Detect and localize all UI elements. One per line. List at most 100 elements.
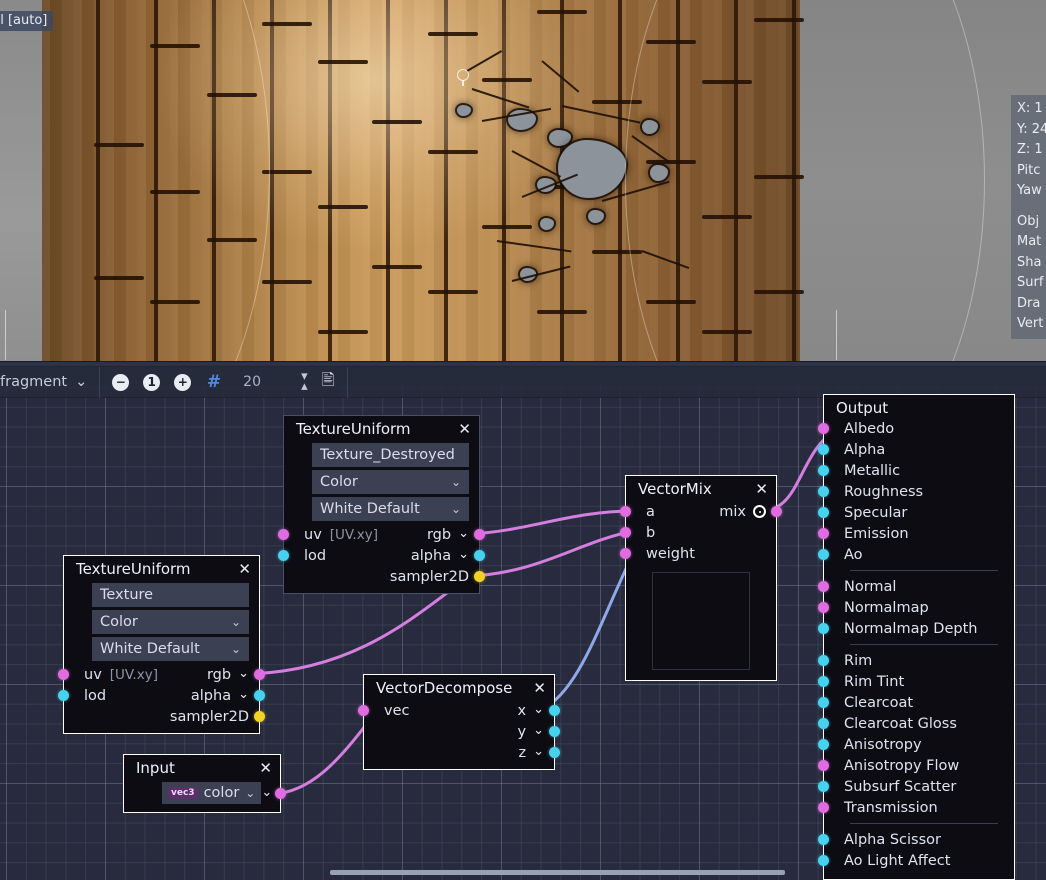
node-title-bar[interactable]: VectorDecompose ✕	[364, 675, 554, 700]
zoom-out-button[interactable]: −	[112, 374, 129, 391]
port-row-sampler[interactable]: sampler2D	[284, 566, 479, 587]
curve-icon[interactable]: ⌄	[261, 788, 272, 798]
shader-node-editor[interactable]: fragment ⌄ − 1 + # 20 ▾▴ 🖹	[0, 361, 1046, 880]
output-port-sampler2d[interactable]	[474, 571, 485, 582]
node-textureuniform-plain[interactable]: TextureUniform ✕ Texture Color ⌄ White D…	[63, 555, 260, 734]
port-row-input-value[interactable]: vec3 color ⌄ ⌄	[124, 780, 280, 806]
input-port-albedo[interactable]	[818, 423, 829, 434]
input-port-uv[interactable]	[278, 529, 289, 540]
node-title-bar[interactable]: Input ✕	[124, 755, 280, 780]
port-row-uv[interactable]: uv [UV.xy] rgb ⌄	[284, 524, 479, 545]
texture-type-dropdown[interactable]: Color ⌄	[92, 610, 249, 634]
input-type-dropdown[interactable]: vec3 color ⌄	[162, 782, 261, 804]
output-port-y[interactable]	[549, 726, 560, 737]
curve-icon[interactable]: ⌄	[533, 747, 544, 757]
input-port-weight[interactable]	[620, 548, 631, 559]
port-row-clearcoat[interactable]: Clearcoat	[824, 692, 1014, 713]
port-row-alpha[interactable]: Alpha	[824, 439, 1014, 460]
input-port-lod[interactable]	[58, 690, 69, 701]
input-port-alpha-scissor[interactable]	[818, 834, 829, 845]
input-port-rim-tint[interactable]	[818, 676, 829, 687]
grid-size-input[interactable]: 20	[235, 374, 287, 390]
node-title-bar[interactable]: TextureUniform ✕	[284, 416, 479, 441]
node-title-bar[interactable]: Output	[824, 395, 1014, 418]
texture-default-dropdown[interactable]: White Default ⌄	[312, 497, 469, 521]
node-textureuniform-destroyed[interactable]: TextureUniform ✕ Texture_Destroyed Color…	[283, 415, 480, 594]
close-icon[interactable]: ✕	[755, 482, 768, 497]
input-port-lod[interactable]	[278, 550, 289, 561]
close-icon[interactable]: ✕	[259, 761, 272, 776]
port-row-anisotropy-flow[interactable]: Anisotropy Flow	[824, 755, 1014, 776]
port-row-normalmap-depth[interactable]: Normalmap Depth	[824, 618, 1014, 639]
output-port-x[interactable]	[549, 705, 560, 716]
port-row-transmission[interactable]: Transmission	[824, 797, 1014, 818]
zoom-reset-button[interactable]: 1	[143, 374, 160, 391]
port-row-anisotropy[interactable]: Anisotropy	[824, 734, 1014, 755]
port-row-ao[interactable]: Ao	[824, 544, 1014, 565]
node-vectormix[interactable]: VectorMix ✕ a mix b	[625, 475, 777, 681]
close-icon[interactable]: ✕	[238, 562, 251, 577]
scrollbar-thumb[interactable]	[330, 870, 785, 875]
input-port-clearcoat-gloss[interactable]	[818, 718, 829, 729]
port-row-subsurf-scatter[interactable]: Subsurf Scatter	[824, 776, 1014, 797]
texture-name-field[interactable]: Texture_Destroyed	[312, 443, 469, 467]
curve-icon[interactable]: ⌄	[533, 705, 544, 715]
curve-icon[interactable]: ⌄	[238, 690, 249, 700]
curve-icon[interactable]: ⌄	[238, 669, 249, 679]
input-port-anisotropy-flow[interactable]	[818, 760, 829, 771]
input-port-transmission[interactable]	[818, 802, 829, 813]
input-port-anisotropy[interactable]	[818, 739, 829, 750]
curve-icon[interactable]: ⌄	[533, 726, 544, 736]
port-row-lod[interactable]: lod alpha ⌄	[284, 545, 479, 566]
horizontal-scrollbar[interactable]	[0, 864, 1046, 880]
input-port-metallic[interactable]	[818, 465, 829, 476]
port-row-normal[interactable]: Normal	[824, 576, 1014, 597]
curve-icon[interactable]: ⌄	[458, 529, 469, 539]
port-row-vec[interactable]: vec x ⌄	[364, 700, 554, 721]
node-title-bar[interactable]: TextureUniform ✕	[64, 556, 259, 581]
output-port-alpha[interactable]	[254, 690, 265, 701]
shader-stage-selector[interactable]: fragment ⌄	[0, 367, 99, 398]
input-port-normalmap-depth[interactable]	[818, 623, 829, 634]
preview-eye-icon[interactable]	[753, 505, 766, 518]
input-port-normal[interactable]	[818, 581, 829, 592]
port-row-sampler[interactable]: sampler2D	[64, 706, 259, 727]
input-port-specular[interactable]	[818, 507, 829, 518]
output-port-color[interactable]	[275, 788, 286, 799]
port-row-weight[interactable]: weight	[626, 543, 776, 564]
port-row-z[interactable]: z ⌄	[364, 742, 554, 763]
port-row-metallic[interactable]: Metallic	[824, 460, 1014, 481]
node-title-bar[interactable]: VectorMix ✕	[626, 476, 776, 501]
port-row-uv[interactable]: uv [UV.xy] rgb ⌄	[64, 664, 259, 685]
zoom-in-button[interactable]: +	[174, 374, 191, 391]
document-icon[interactable]: 🖹	[322, 369, 335, 396]
input-port-rim[interactable]	[818, 655, 829, 666]
output-port-z[interactable]	[549, 747, 560, 758]
port-row-roughness[interactable]: Roughness	[824, 481, 1014, 502]
output-port-sampler2d[interactable]	[254, 711, 265, 722]
port-row-lod[interactable]: lod alpha ⌄	[64, 685, 259, 706]
input-port-vec[interactable]	[358, 705, 369, 716]
port-row-rim[interactable]: Rim	[824, 650, 1014, 671]
port-row-rim-tint[interactable]: Rim Tint	[824, 671, 1014, 692]
snap-grid-icon[interactable]: #	[205, 372, 221, 392]
node-output[interactable]: Output Albedo Alpha Metallic Roughness S…	[823, 394, 1015, 880]
input-port-uv[interactable]	[58, 669, 69, 680]
texture-default-dropdown[interactable]: White Default ⌄	[92, 637, 249, 661]
input-port-clearcoat[interactable]	[818, 697, 829, 708]
port-row-alpha-scissor[interactable]: Alpha Scissor	[824, 829, 1014, 850]
input-port-b[interactable]	[620, 527, 631, 538]
node-vectordecompose[interactable]: VectorDecompose ✕ vec x ⌄ y ⌄	[363, 674, 555, 770]
output-port-mix[interactable]	[771, 506, 782, 517]
close-icon[interactable]: ✕	[458, 422, 471, 437]
curve-icon[interactable]: ⌄	[458, 550, 469, 560]
input-port-ao[interactable]	[818, 549, 829, 560]
port-row-clearcoat-gloss[interactable]: Clearcoat Gloss	[824, 713, 1014, 734]
output-port-alpha[interactable]	[474, 550, 485, 561]
port-row-emission[interactable]: Emission	[824, 523, 1014, 544]
input-port-emission[interactable]	[818, 528, 829, 539]
output-port-rgb[interactable]	[474, 529, 485, 540]
close-icon[interactable]: ✕	[533, 681, 546, 696]
texture-type-dropdown[interactable]: Color ⌄	[312, 470, 469, 494]
input-port-normalmap[interactable]	[818, 602, 829, 613]
